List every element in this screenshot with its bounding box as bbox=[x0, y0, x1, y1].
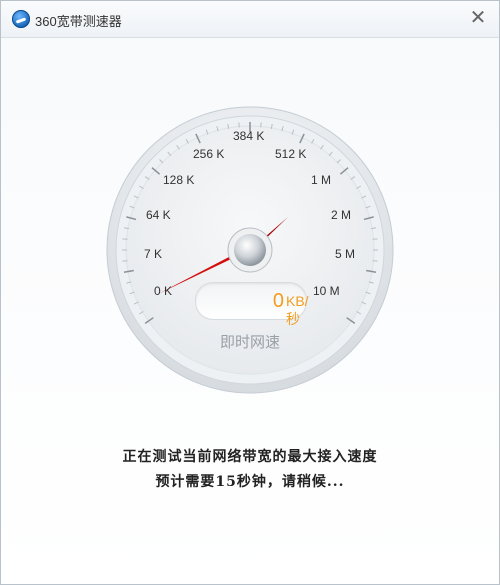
realtime-speed-label: 即时网速 bbox=[219, 334, 280, 351]
speed-unit: KB/秒 bbox=[286, 293, 309, 327]
hub-cap bbox=[234, 234, 266, 266]
speed-readout: 0 KB/秒 bbox=[195, 282, 309, 327]
status-line-1: 正在测试当前网络带宽的最大接入速度 bbox=[122, 449, 378, 465]
scale-label-256k: 256 K bbox=[193, 147, 225, 161]
scale-label-1m: 1 M bbox=[311, 173, 332, 187]
close-icon[interactable]: ✕ bbox=[467, 7, 489, 29]
scale-label-10m: 10 M bbox=[313, 284, 340, 298]
scale-label-2m: 2 M bbox=[331, 208, 352, 222]
scale-label-5m: 5 M bbox=[335, 247, 356, 261]
status-line-2: 预计需要15秒钟，请稍候... bbox=[155, 474, 345, 490]
scale-label-128k: 128 K bbox=[163, 173, 195, 187]
scale-label-0k: 0 K bbox=[154, 284, 173, 298]
speed-value: 0 bbox=[272, 290, 284, 312]
title-bar: 360宽带测速器 ✕ bbox=[1, 1, 499, 38]
scale-label-512k: 512 K bbox=[275, 147, 307, 161]
app-icon bbox=[12, 10, 30, 28]
window-title: 360宽带测速器 bbox=[35, 14, 122, 29]
scale-label-384k: 384 K bbox=[233, 129, 265, 143]
scale-label-64k: 64 K bbox=[146, 208, 171, 222]
scale-label-7k: 7 K bbox=[144, 247, 163, 261]
